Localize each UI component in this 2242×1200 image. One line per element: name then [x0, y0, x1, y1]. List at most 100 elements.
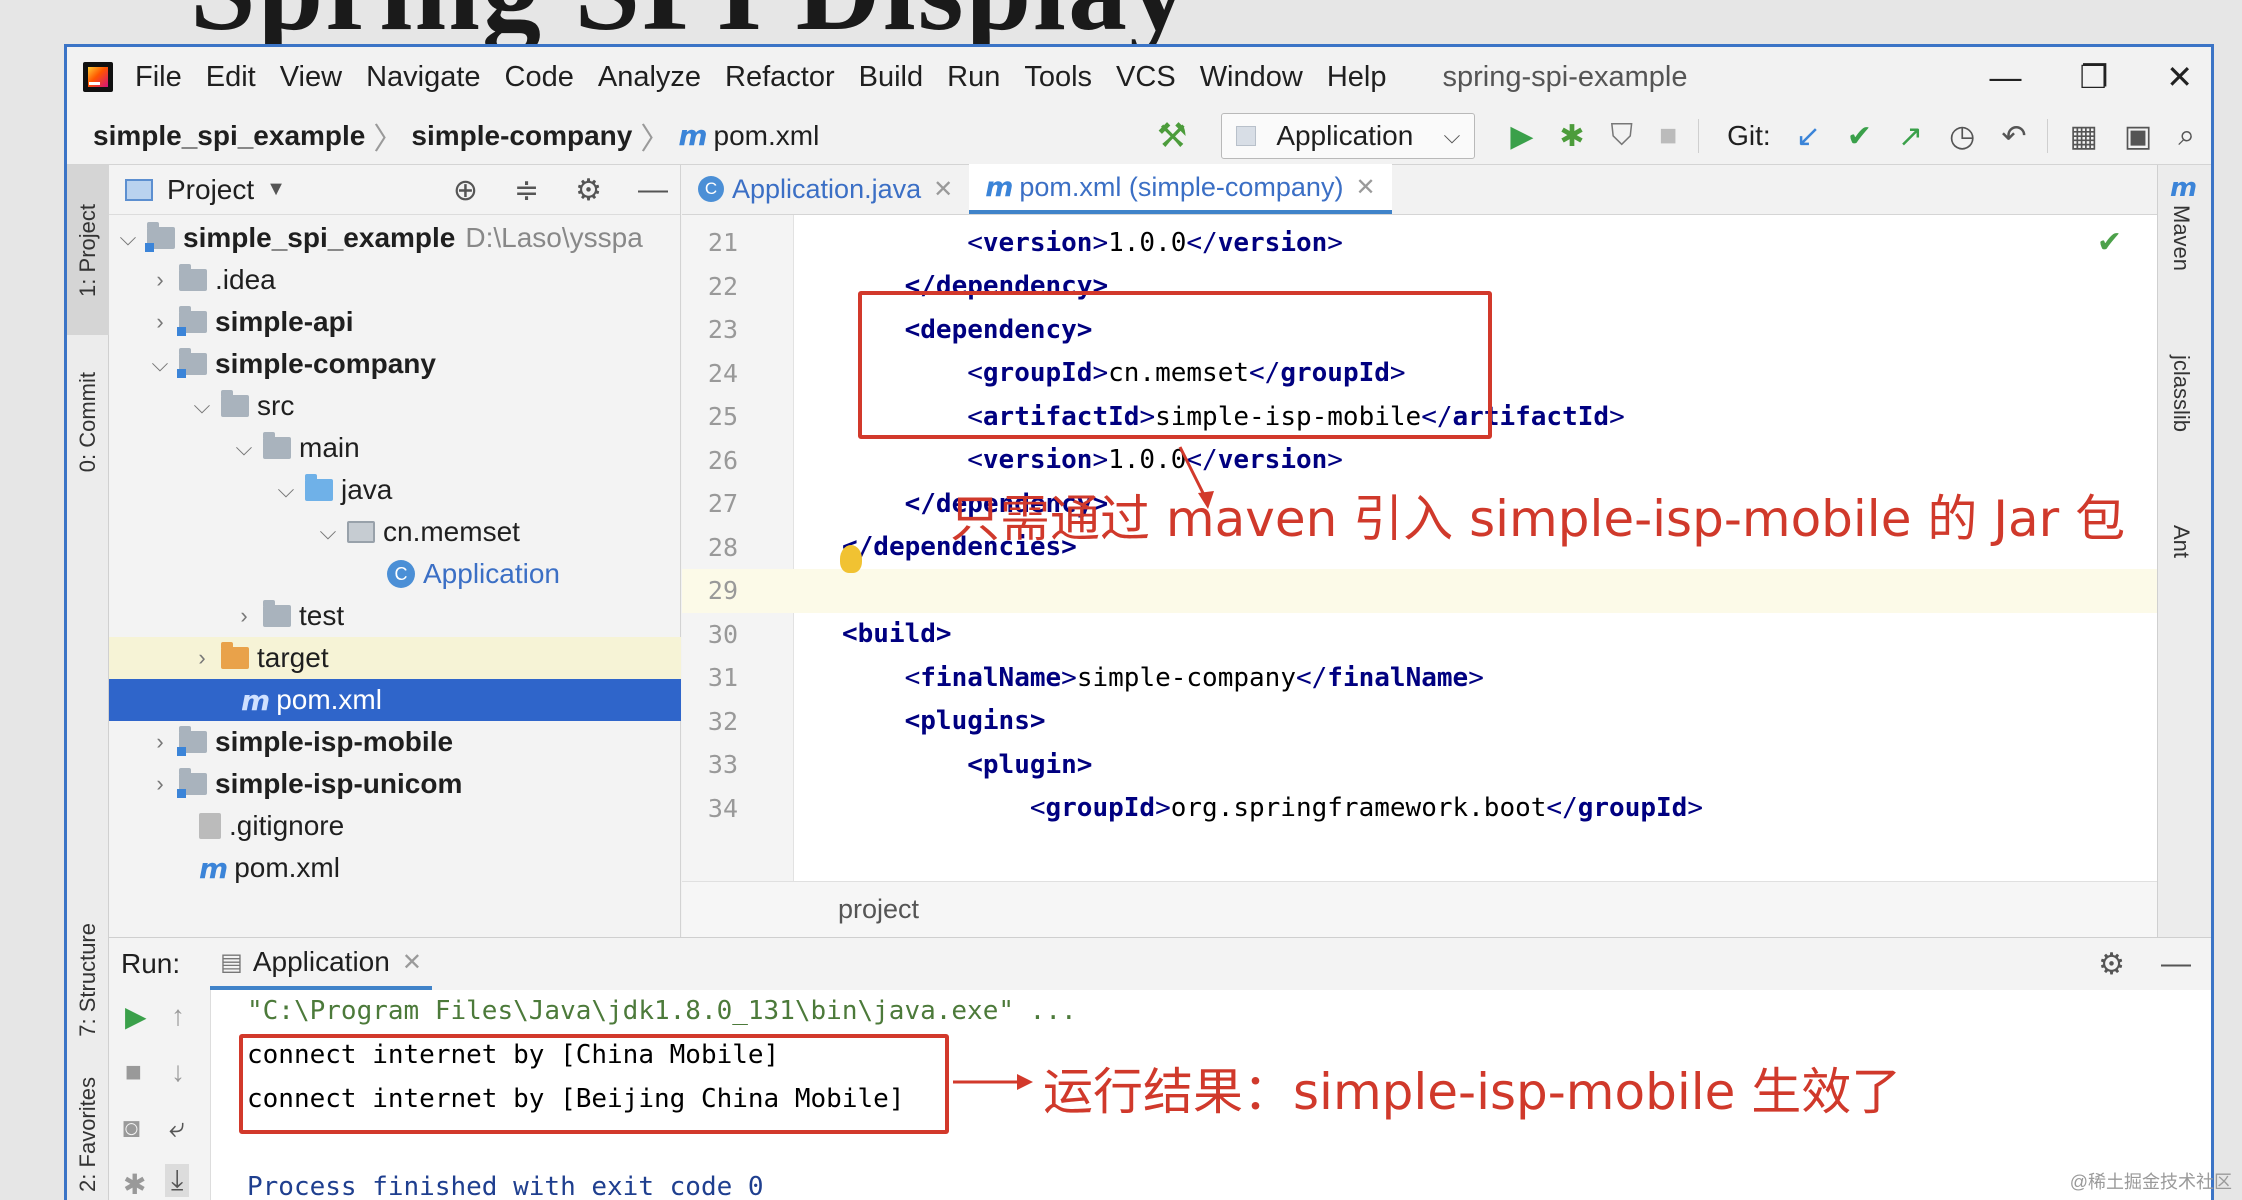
run-icon[interactable]: ▶ — [1510, 119, 1533, 154]
console-output[interactable]: "C:\Program Files\Java\jdk1.8.0_131\bin\… — [211, 990, 2211, 1200]
hide-panel-icon[interactable]: — — [638, 173, 668, 207]
code-line[interactable]: 32 <plugins> — [682, 700, 2162, 744]
tree-item-target[interactable]: › target — [109, 637, 681, 679]
chevron-down-icon[interactable]: ⌵ — [147, 351, 173, 377]
menu-window[interactable]: Window — [1200, 61, 1303, 94]
scroll-down-icon[interactable]: ↓ — [171, 1056, 185, 1088]
run-configuration-select[interactable]: Application ⌵ — [1221, 113, 1476, 159]
menu-refactor[interactable]: Refactor — [725, 61, 835, 94]
menu-analyze[interactable]: Analyze — [598, 61, 701, 94]
chevron-down-icon[interactable]: ▼ — [266, 178, 286, 201]
coverage-icon[interactable]: ⛉ — [1611, 119, 1634, 153]
chevron-right-icon[interactable]: › — [147, 309, 173, 335]
menu-build[interactable]: Build — [859, 61, 924, 94]
breadcrumb-module[interactable]: simple-company — [411, 120, 632, 152]
hide-panel-icon[interactable]: — — [2161, 947, 2191, 981]
tree-item-simple-company[interactable]: ⌵ simple-company — [109, 343, 681, 385]
locate-target-icon[interactable]: ⊕ — [453, 173, 478, 208]
debug-icon[interactable]: ✱ — [1559, 119, 1584, 154]
editor-breadcrumb[interactable]: project — [682, 881, 2162, 937]
code-line[interactable]: 21 <version>1.0.0</version> — [682, 221, 2162, 265]
code-line[interactable]: 26 <version>1.0.0</version> — [682, 439, 2162, 483]
rerun-icon[interactable]: ▶ — [125, 1000, 147, 1033]
tree-item-simple-isp-mobile[interactable]: › simple-isp-mobile — [109, 721, 681, 763]
tab-project-tool[interactable]: 1: Project — [67, 165, 109, 335]
tree-item-idea[interactable]: › .idea — [109, 259, 681, 301]
tab-ant-tool[interactable]: Ant — [2168, 525, 2194, 558]
menu-help[interactable]: Help — [1327, 61, 1387, 94]
tree-item-company-pom[interactable]: m pom.xml — [109, 679, 681, 721]
tree-item-gitignore[interactable]: .gitignore — [109, 805, 681, 847]
build-hammer-icon[interactable]: ⚒ — [1157, 116, 1187, 156]
git-push-icon[interactable]: ↗ — [1898, 119, 1923, 154]
tree-item-simple-isp-unicom[interactable]: › simple-isp-unicom — [109, 763, 681, 805]
code-line[interactable]: 29 — [682, 569, 2162, 613]
git-commit-icon[interactable]: ✔ — [1847, 119, 1872, 154]
code-line[interactable]: 33 <plugin> — [682, 743, 2162, 787]
menu-code[interactable]: Code — [505, 61, 574, 94]
code-editor[interactable]: 21 <version>1.0.0</version> 22 </dependen… — [682, 215, 2162, 937]
git-update-icon[interactable]: ↙ — [1796, 119, 1821, 154]
tree-item-test[interactable]: › test — [109, 595, 681, 637]
chevron-right-icon[interactable]: › — [231, 603, 257, 629]
git-rollback-icon[interactable]: ↶ — [2001, 119, 2026, 154]
tab-structure-tool[interactable]: 7: Structure — [67, 905, 109, 1055]
soft-wrap-icon[interactable]: ⤶ — [169, 1112, 185, 1145]
close-icon[interactable]: ✕ — [1355, 173, 1375, 202]
scroll-to-end-icon[interactable]: ⤓ — [165, 1164, 190, 1197]
close-icon[interactable]: ✕ — [933, 175, 953, 204]
chevron-down-icon[interactable]: ⌵ — [231, 435, 257, 461]
screenshot-icon[interactable]: ◙ — [123, 1112, 140, 1144]
menu-file[interactable]: File — [135, 61, 182, 94]
project-panel-title[interactable]: Project — [167, 174, 254, 206]
debug-icon[interactable]: ✱ — [123, 1168, 146, 1200]
run-tab-application[interactable]: ▤ Application ✕ — [210, 938, 432, 990]
intention-bulb-icon[interactable] — [840, 545, 862, 573]
tree-item-src[interactable]: ⌵ src — [109, 385, 681, 427]
search-icon[interactable]: ⌕ — [2178, 119, 2195, 153]
tree-item-application-class[interactable]: C Application — [109, 553, 681, 595]
close-icon[interactable]: ✕ — [402, 948, 422, 977]
chevron-down-icon[interactable]: ⌵ — [189, 393, 215, 419]
gear-icon[interactable]: ⚙ — [2098, 947, 2125, 982]
stop-icon[interactable]: ■ — [125, 1056, 142, 1088]
scroll-up-icon[interactable]: ↑ — [171, 1000, 185, 1032]
tab-application-java[interactable]: C Application.java ✕ — [682, 164, 969, 214]
menu-edit[interactable]: Edit — [206, 61, 256, 94]
tree-item-java[interactable]: ⌵ java — [109, 469, 681, 511]
menu-tools[interactable]: Tools — [1024, 61, 1092, 94]
menu-view[interactable]: View — [280, 61, 342, 94]
restore-icon[interactable]: ❐ — [2080, 58, 2109, 96]
presentation-icon[interactable]: ▣ — [2124, 119, 2152, 154]
tab-favorites-tool[interactable]: 2: Favorites — [67, 1065, 109, 1200]
breadcrumb-file[interactable]: m pom.xml — [678, 119, 819, 152]
collapse-all-icon[interactable]: ≑ — [514, 173, 539, 208]
tab-maven-tool[interactable]: Maven — [2168, 205, 2194, 271]
tab-commit-tool[interactable]: 0: Commit — [67, 347, 109, 497]
code-line[interactable]: 30 <build> — [682, 613, 2162, 657]
minimize-icon[interactable]: — — [1990, 59, 2022, 96]
chevron-down-icon[interactable]: ⌵ — [273, 477, 299, 503]
chevron-down-icon[interactable]: ⌵ — [115, 225, 141, 251]
tree-item-root[interactable]: ⌵ simple_spi_example D:\Laso\ysspa — [109, 217, 681, 259]
tree-item-root-pom[interactable]: m pom.xml — [109, 847, 681, 889]
tree-item-simple-api[interactable]: › simple-api — [109, 301, 681, 343]
tab-pom-xml[interactable]: m pom.xml (simple-company) ✕ — [969, 164, 1392, 214]
menu-run[interactable]: Run — [947, 61, 1000, 94]
tree-item-package[interactable]: ⌵ cn.memset — [109, 511, 681, 553]
menu-vcs[interactable]: VCS — [1116, 61, 1176, 94]
gear-icon[interactable]: ⚙ — [575, 173, 602, 208]
git-history-icon[interactable]: ◷ — [1949, 119, 1975, 154]
chevron-down-icon[interactable]: ⌵ — [315, 519, 341, 545]
close-icon[interactable]: ✕ — [2166, 58, 2193, 96]
chevron-right-icon[interactable]: › — [147, 267, 173, 293]
menu-navigate[interactable]: Navigate — [366, 61, 480, 94]
chevron-right-icon[interactable]: › — [147, 771, 173, 797]
project-structure-icon[interactable]: ▦ — [2069, 119, 2097, 154]
chevron-right-icon[interactable]: › — [189, 645, 215, 671]
tree-item-main[interactable]: ⌵ main — [109, 427, 681, 469]
code-line[interactable]: 34 <groupId>org.springframework.boot</gr… — [682, 787, 2162, 831]
code-line[interactable]: 31 <finalName>simple-company</finalName> — [682, 656, 2162, 700]
tab-jclasslib-tool[interactable]: jclasslib — [2168, 355, 2194, 432]
breadcrumb-project[interactable]: simple_spi_example — [93, 120, 365, 152]
